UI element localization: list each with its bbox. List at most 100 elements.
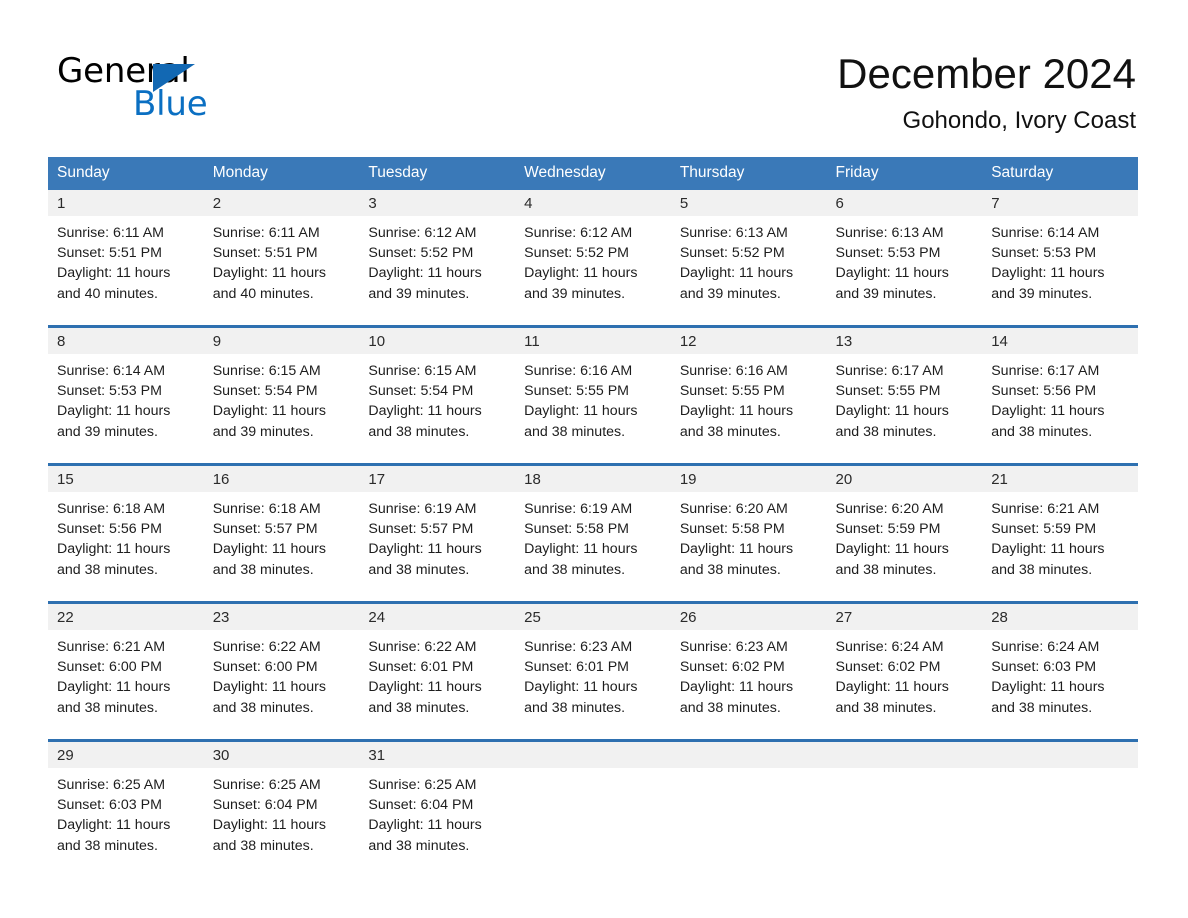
sunset-text: Sunset: 5:54 PM — [368, 383, 474, 400]
day-cell[interactable]: 5 Sunrise: 6:13 AM Sunset: 5:52 PM Daylight… — [670, 190, 827, 325]
day-cell[interactable]: 10 Sunrise: 6:15 AM Sunset: 5:54 PM Dayligh… — [359, 328, 516, 463]
daylight-text-line1: Daylight: 11 hours — [679, 265, 794, 282]
sunset-text: Sunset: 6:01 PM — [524, 659, 629, 676]
day-cell[interactable]: 2 Sunrise: 6:11 AM Sunset: 5:51 PM Daylight… — [203, 190, 360, 325]
daylight-text-line2: and 40 minutes. — [57, 285, 158, 302]
day-cell[interactable]: 15 Sunrise: 6:18 AM Sunset: 5:56 PM Dayligh… — [48, 466, 204, 601]
daylight-text-line1: Daylight: 11 hours — [212, 817, 327, 834]
daylight-text-line2: and 38 minutes. — [991, 423, 1093, 440]
sunrise-text: Sunrise: 6:18 AM — [57, 501, 166, 517]
day-cell[interactable]: 29 Sunrise: 6:25 AM Sunset: 6:03 PM Dayligh… — [48, 742, 204, 877]
day-cell[interactable]: 11 Sunrise: 6:16 AM Sunset: 5:55 PM Dayligh… — [515, 328, 671, 463]
daylight-text-line2: and 38 minutes. — [368, 561, 470, 578]
day-number: 14 — [982, 328, 1138, 354]
day-cell[interactable]: 27 Sunrise: 6:24 AM Sunset: 6:02 PM Dayligh… — [826, 604, 983, 739]
daylight-text-line1: Daylight: 11 hours — [524, 403, 638, 420]
sunset-text: Sunset: 5:55 PM — [679, 383, 785, 400]
sunset-text: Sunset: 5:57 PM — [212, 521, 318, 538]
day-cell[interactable]: 26 Sunrise: 6:23 AM Sunset: 6:02 PM Dayligh… — [670, 604, 827, 739]
day-cell[interactable]: 4 Sunrise: 6:12 AM Sunset: 5:52 PM Daylight… — [515, 190, 671, 325]
day-cell[interactable]: 17 Sunrise: 6:19 AM Sunset: 5:57 PM Dayligh… — [359, 466, 516, 601]
daylight-text-line1: Daylight: 11 hours — [212, 541, 327, 558]
day-cell[interactable]: 7 Sunrise: 6:14 AM Sunset: 5:53 PM Daylight… — [982, 190, 1138, 325]
day-cell[interactable]: 8 Sunrise: 6:14 AM Sunset: 5:53 PM Daylight… — [48, 328, 204, 463]
day-number: 20 — [826, 466, 983, 492]
day-cell[interactable]: 14 Sunrise: 6:17 AM Sunset: 5:56 PM Dayligh… — [982, 328, 1138, 463]
sunrise-text: Sunrise: 6:20 AM — [835, 501, 944, 517]
daylight-text-line2: and 39 minutes. — [679, 285, 781, 302]
day-cell[interactable]: 28 Sunrise: 6:24 AM Sunset: 6:03 PM Dayligh… — [982, 604, 1138, 739]
sunrise-text: Sunrise: 6:20 AM — [679, 501, 788, 517]
day-cell[interactable]: 13 Sunrise: 6:17 AM Sunset: 5:55 PM Dayligh… — [826, 328, 983, 463]
daylight-text-line1: Daylight: 11 hours — [57, 679, 171, 696]
day-cell[interactable]: 31 Sunrise: 6:25 AM Sunset: 6:04 PM Dayligh… — [359, 742, 516, 877]
day-number: 19 — [670, 466, 827, 492]
daylight-text-line1: Daylight: 11 hours — [679, 403, 794, 420]
sunset-text: Sunset: 5:52 PM — [679, 245, 785, 262]
daylight-text-line2: and 38 minutes. — [679, 699, 781, 716]
weekday-header-wednesday: Wednesday — [515, 157, 671, 190]
daylight-text-line1: Daylight: 11 hours — [57, 403, 171, 420]
day-cell[interactable]: 23 Sunrise: 6:22 AM Sunset: 6:00 PM Dayligh… — [203, 604, 360, 739]
weekday-header-sunday: Sunday — [48, 157, 204, 190]
daylight-text-line2: and 38 minutes. — [57, 699, 158, 716]
day-number — [826, 742, 983, 768]
day-cell[interactable]: 24 Sunrise: 6:22 AM Sunset: 6:01 PM Dayligh… — [359, 604, 516, 739]
sunset-text: Sunset: 5:59 PM — [991, 521, 1097, 538]
calendar-page: General Blue December 2024 Gohondo, Ivor… — [0, 0, 1188, 918]
day-number: 8 — [48, 328, 204, 354]
day-number: 3 — [359, 190, 516, 216]
daylight-text-line1: Daylight: 11 hours — [368, 265, 482, 282]
calendar-table: Sunday Monday Tuesday Wednesday Thursday… — [48, 157, 1138, 877]
day-number: 1 — [48, 190, 204, 216]
sunrise-text: Sunrise: 6:13 AM — [679, 225, 788, 241]
sunset-text: Sunset: 6:04 PM — [368, 797, 474, 814]
generalblue-logo[interactable]: General Blue — [57, 52, 357, 124]
sunset-text: Sunset: 5:53 PM — [57, 383, 162, 400]
sunrise-text: Sunrise: 6:11 AM — [57, 225, 164, 241]
sunrise-text: Sunrise: 6:14 AM — [991, 225, 1100, 241]
day-cell[interactable]: 30 Sunrise: 6:25 AM Sunset: 6:04 PM Dayligh… — [203, 742, 360, 877]
sunset-text: Sunset: 6:00 PM — [212, 659, 318, 676]
daylight-text-line2: and 39 minutes. — [368, 285, 470, 302]
sunset-text: Sunset: 5:58 PM — [524, 521, 629, 538]
sunrise-text: Sunrise: 6:21 AM — [991, 501, 1100, 517]
day-cell[interactable]: 16 Sunrise: 6:18 AM Sunset: 5:57 PM Dayligh… — [203, 466, 360, 601]
day-cell[interactable]: 19 Sunrise: 6:20 AM Sunset: 5:58 PM Dayligh… — [670, 466, 827, 601]
logo-word-blue: Blue — [133, 84, 208, 124]
day-number: 21 — [982, 466, 1138, 492]
day-cell[interactable]: 18 Sunrise: 6:19 AM Sunset: 5:58 PM Dayligh… — [515, 466, 671, 601]
daylight-text-line2: and 38 minutes. — [57, 561, 158, 578]
daylight-text-line2: and 38 minutes. — [835, 561, 937, 578]
day-cell[interactable]: 3 Sunrise: 6:12 AM Sunset: 5:52 PM Daylight… — [359, 190, 516, 325]
sunset-text: Sunset: 6:00 PM — [57, 659, 162, 676]
day-cell-empty — [982, 742, 1138, 877]
day-number: 15 — [48, 466, 204, 492]
sunrise-text: Sunrise: 6:13 AM — [835, 225, 944, 241]
sunset-text: Sunset: 5:55 PM — [524, 383, 629, 400]
daylight-text-line2: and 38 minutes. — [679, 561, 781, 578]
day-cell[interactable]: 21 Sunrise: 6:21 AM Sunset: 5:59 PM Dayligh… — [982, 466, 1138, 601]
sunset-text: Sunset: 6:02 PM — [679, 659, 785, 676]
day-number: 30 — [203, 742, 360, 768]
sunrise-text: Sunrise: 6:25 AM — [212, 777, 321, 793]
sunrise-text: Sunrise: 6:15 AM — [368, 363, 477, 379]
week-row: 1 Sunrise: 6:11 AM Sunset: 5:51 PM Daylight… — [48, 190, 1138, 325]
daylight-text-line1: Daylight: 11 hours — [835, 679, 949, 696]
sunrise-text: Sunrise: 6:21 AM — [57, 639, 166, 655]
day-cell[interactable]: 20 Sunrise: 6:20 AM Sunset: 5:59 PM Dayligh… — [826, 466, 983, 601]
daylight-text-line2: and 39 minutes. — [57, 423, 158, 440]
day-cell[interactable]: 6 Sunrise: 6:13 AM Sunset: 5:53 PM Daylight… — [826, 190, 983, 325]
week-row: 22 Sunrise: 6:21 AM Sunset: 6:00 PM Dayligh… — [48, 604, 1138, 739]
sunrise-text: Sunrise: 6:23 AM — [679, 639, 788, 655]
day-number — [982, 742, 1138, 768]
day-cell[interactable]: 9 Sunrise: 6:15 AM Sunset: 5:54 PM Daylight… — [203, 328, 360, 463]
weekday-header-thursday: Thursday — [670, 157, 827, 190]
day-cell[interactable]: 1 Sunrise: 6:11 AM Sunset: 5:51 PM Daylight… — [48, 190, 204, 325]
day-cell[interactable]: 12 Sunrise: 6:16 AM Sunset: 5:55 PM Dayligh… — [670, 328, 827, 463]
day-cell-empty — [826, 742, 983, 877]
sunset-text: Sunset: 6:03 PM — [57, 797, 162, 814]
day-cell[interactable]: 22 Sunrise: 6:21 AM Sunset: 6:00 PM Dayligh… — [48, 604, 204, 739]
day-cell[interactable]: 25 Sunrise: 6:23 AM Sunset: 6:01 PM Dayligh… — [515, 604, 671, 739]
sunset-text: Sunset: 5:59 PM — [835, 521, 941, 538]
